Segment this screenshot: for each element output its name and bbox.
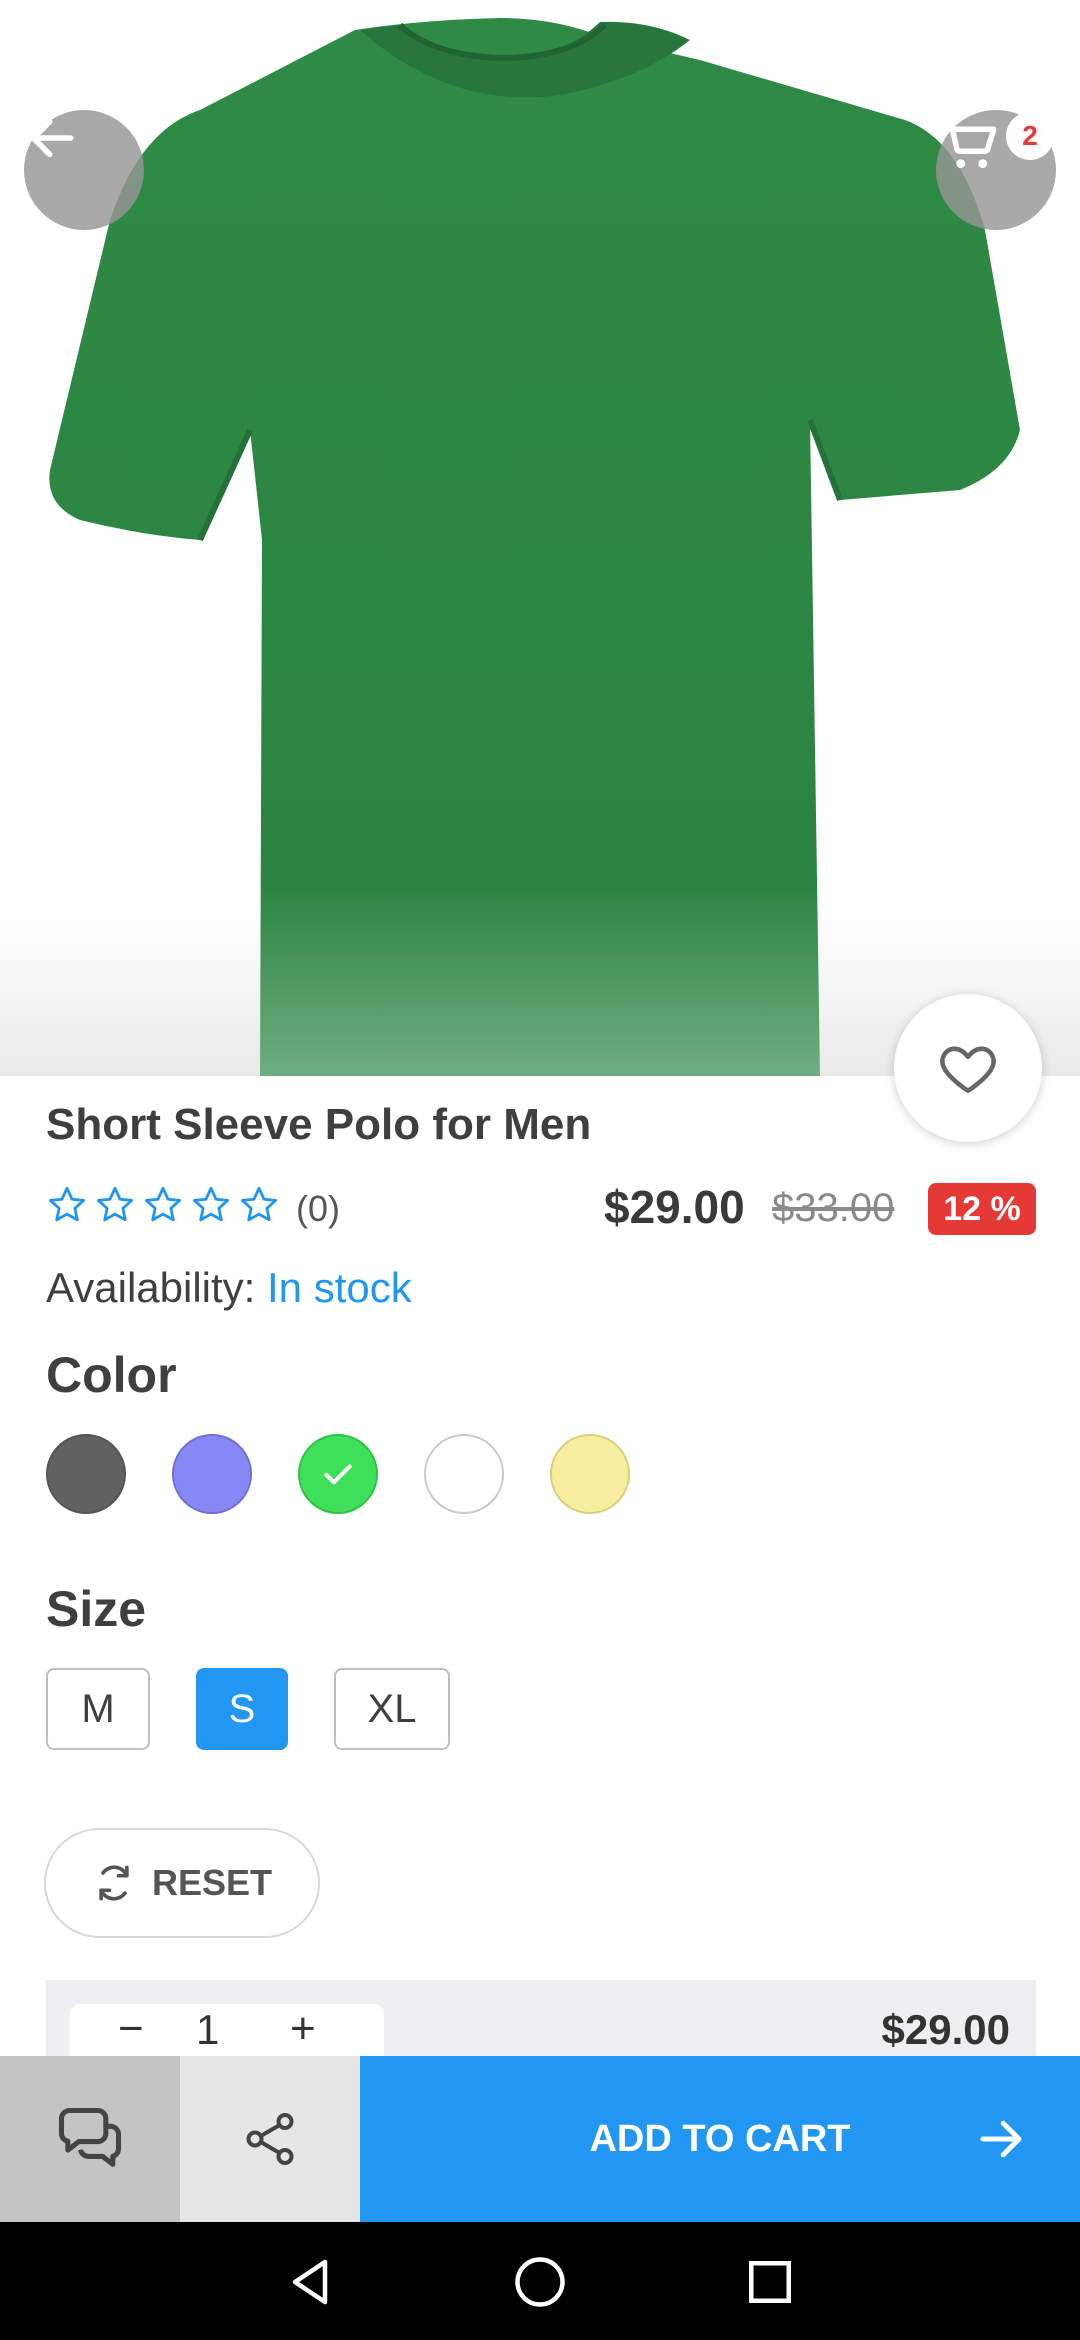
color-swatch-dark-gray[interactable] bbox=[46, 1434, 126, 1514]
star-icon bbox=[96, 1186, 134, 1222]
reset-button[interactable]: RESET bbox=[44, 1828, 320, 1938]
nav-home-icon[interactable] bbox=[510, 2252, 570, 2312]
check-icon bbox=[324, 1464, 352, 1485]
add-to-cart-label: ADD TO CART bbox=[589, 2117, 851, 2160]
size-option-m[interactable]: M bbox=[46, 1668, 150, 1750]
line-total: $29.00 bbox=[881, 2006, 1010, 2053]
nav-recents-icon[interactable] bbox=[740, 2252, 800, 2312]
cart-count-badge: 2 bbox=[1006, 112, 1054, 160]
product-title: Short Sleeve Polo for Men bbox=[46, 1100, 592, 1149]
current-price: $29.00 bbox=[604, 1181, 745, 1233]
chat-icon bbox=[58, 2107, 122, 2167]
quantity-decrease-button[interactable]: − bbox=[118, 2004, 144, 2054]
size-option-s[interactable]: S bbox=[196, 1668, 288, 1750]
rating-stars[interactable] bbox=[46, 1184, 280, 1226]
heart-icon bbox=[940, 1046, 996, 1093]
arrow-right-icon bbox=[980, 2120, 1022, 2158]
add-to-cart-button[interactable]: ADD TO CART bbox=[360, 2056, 1080, 2222]
star-icon bbox=[48, 1186, 86, 1222]
favorite-button[interactable] bbox=[894, 994, 1042, 1142]
product-image: 2 bbox=[0, 0, 1080, 1076]
bottom-action-bar: ADD TO CART bbox=[0, 2056, 1080, 2222]
reset-label: RESET bbox=[151, 1862, 273, 1903]
cart-icon bbox=[938, 115, 997, 169]
availability-label: Availability: bbox=[46, 1264, 256, 1311]
star-icon bbox=[192, 1186, 230, 1222]
quantity-panel: − 1 + $29.00 bbox=[46, 1980, 1036, 2060]
arrow-left-icon bbox=[30, 118, 74, 158]
nav-back-icon[interactable] bbox=[280, 2252, 340, 2312]
color-swatch-white[interactable] bbox=[424, 1434, 504, 1514]
share-icon bbox=[246, 2113, 294, 2165]
discount-badge: 12 % bbox=[928, 1183, 1036, 1235]
review-count[interactable]: (0) bbox=[296, 1188, 340, 1230]
original-price: $33.00 bbox=[772, 1186, 895, 1230]
color-swatch-periwinkle[interactable] bbox=[172, 1434, 252, 1514]
cart-button[interactable]: 2 bbox=[936, 110, 1056, 230]
availability-value: In stock bbox=[267, 1264, 412, 1311]
quantity-value[interactable]: 1 bbox=[196, 2006, 219, 2054]
chat-button[interactable] bbox=[0, 2056, 180, 2222]
refresh-icon bbox=[99, 1865, 129, 1901]
availability: Availability: In stock bbox=[46, 1264, 412, 1312]
color-swatch-light-yellow[interactable] bbox=[550, 1434, 630, 1514]
star-icon bbox=[240, 1186, 278, 1222]
tshirt-image bbox=[49, 18, 1020, 1076]
size-label: Size bbox=[46, 1581, 147, 1637]
color-label: Color bbox=[46, 1347, 177, 1403]
color-swatch-green[interactable] bbox=[298, 1434, 378, 1514]
star-icon bbox=[144, 1186, 182, 1222]
quantity-increase-button[interactable]: + bbox=[290, 2004, 316, 2054]
size-option-xl[interactable]: XL bbox=[334, 1668, 450, 1750]
system-navigation-bar bbox=[0, 2222, 1080, 2340]
share-button[interactable] bbox=[180, 2056, 360, 2222]
back-button[interactable] bbox=[24, 110, 144, 230]
